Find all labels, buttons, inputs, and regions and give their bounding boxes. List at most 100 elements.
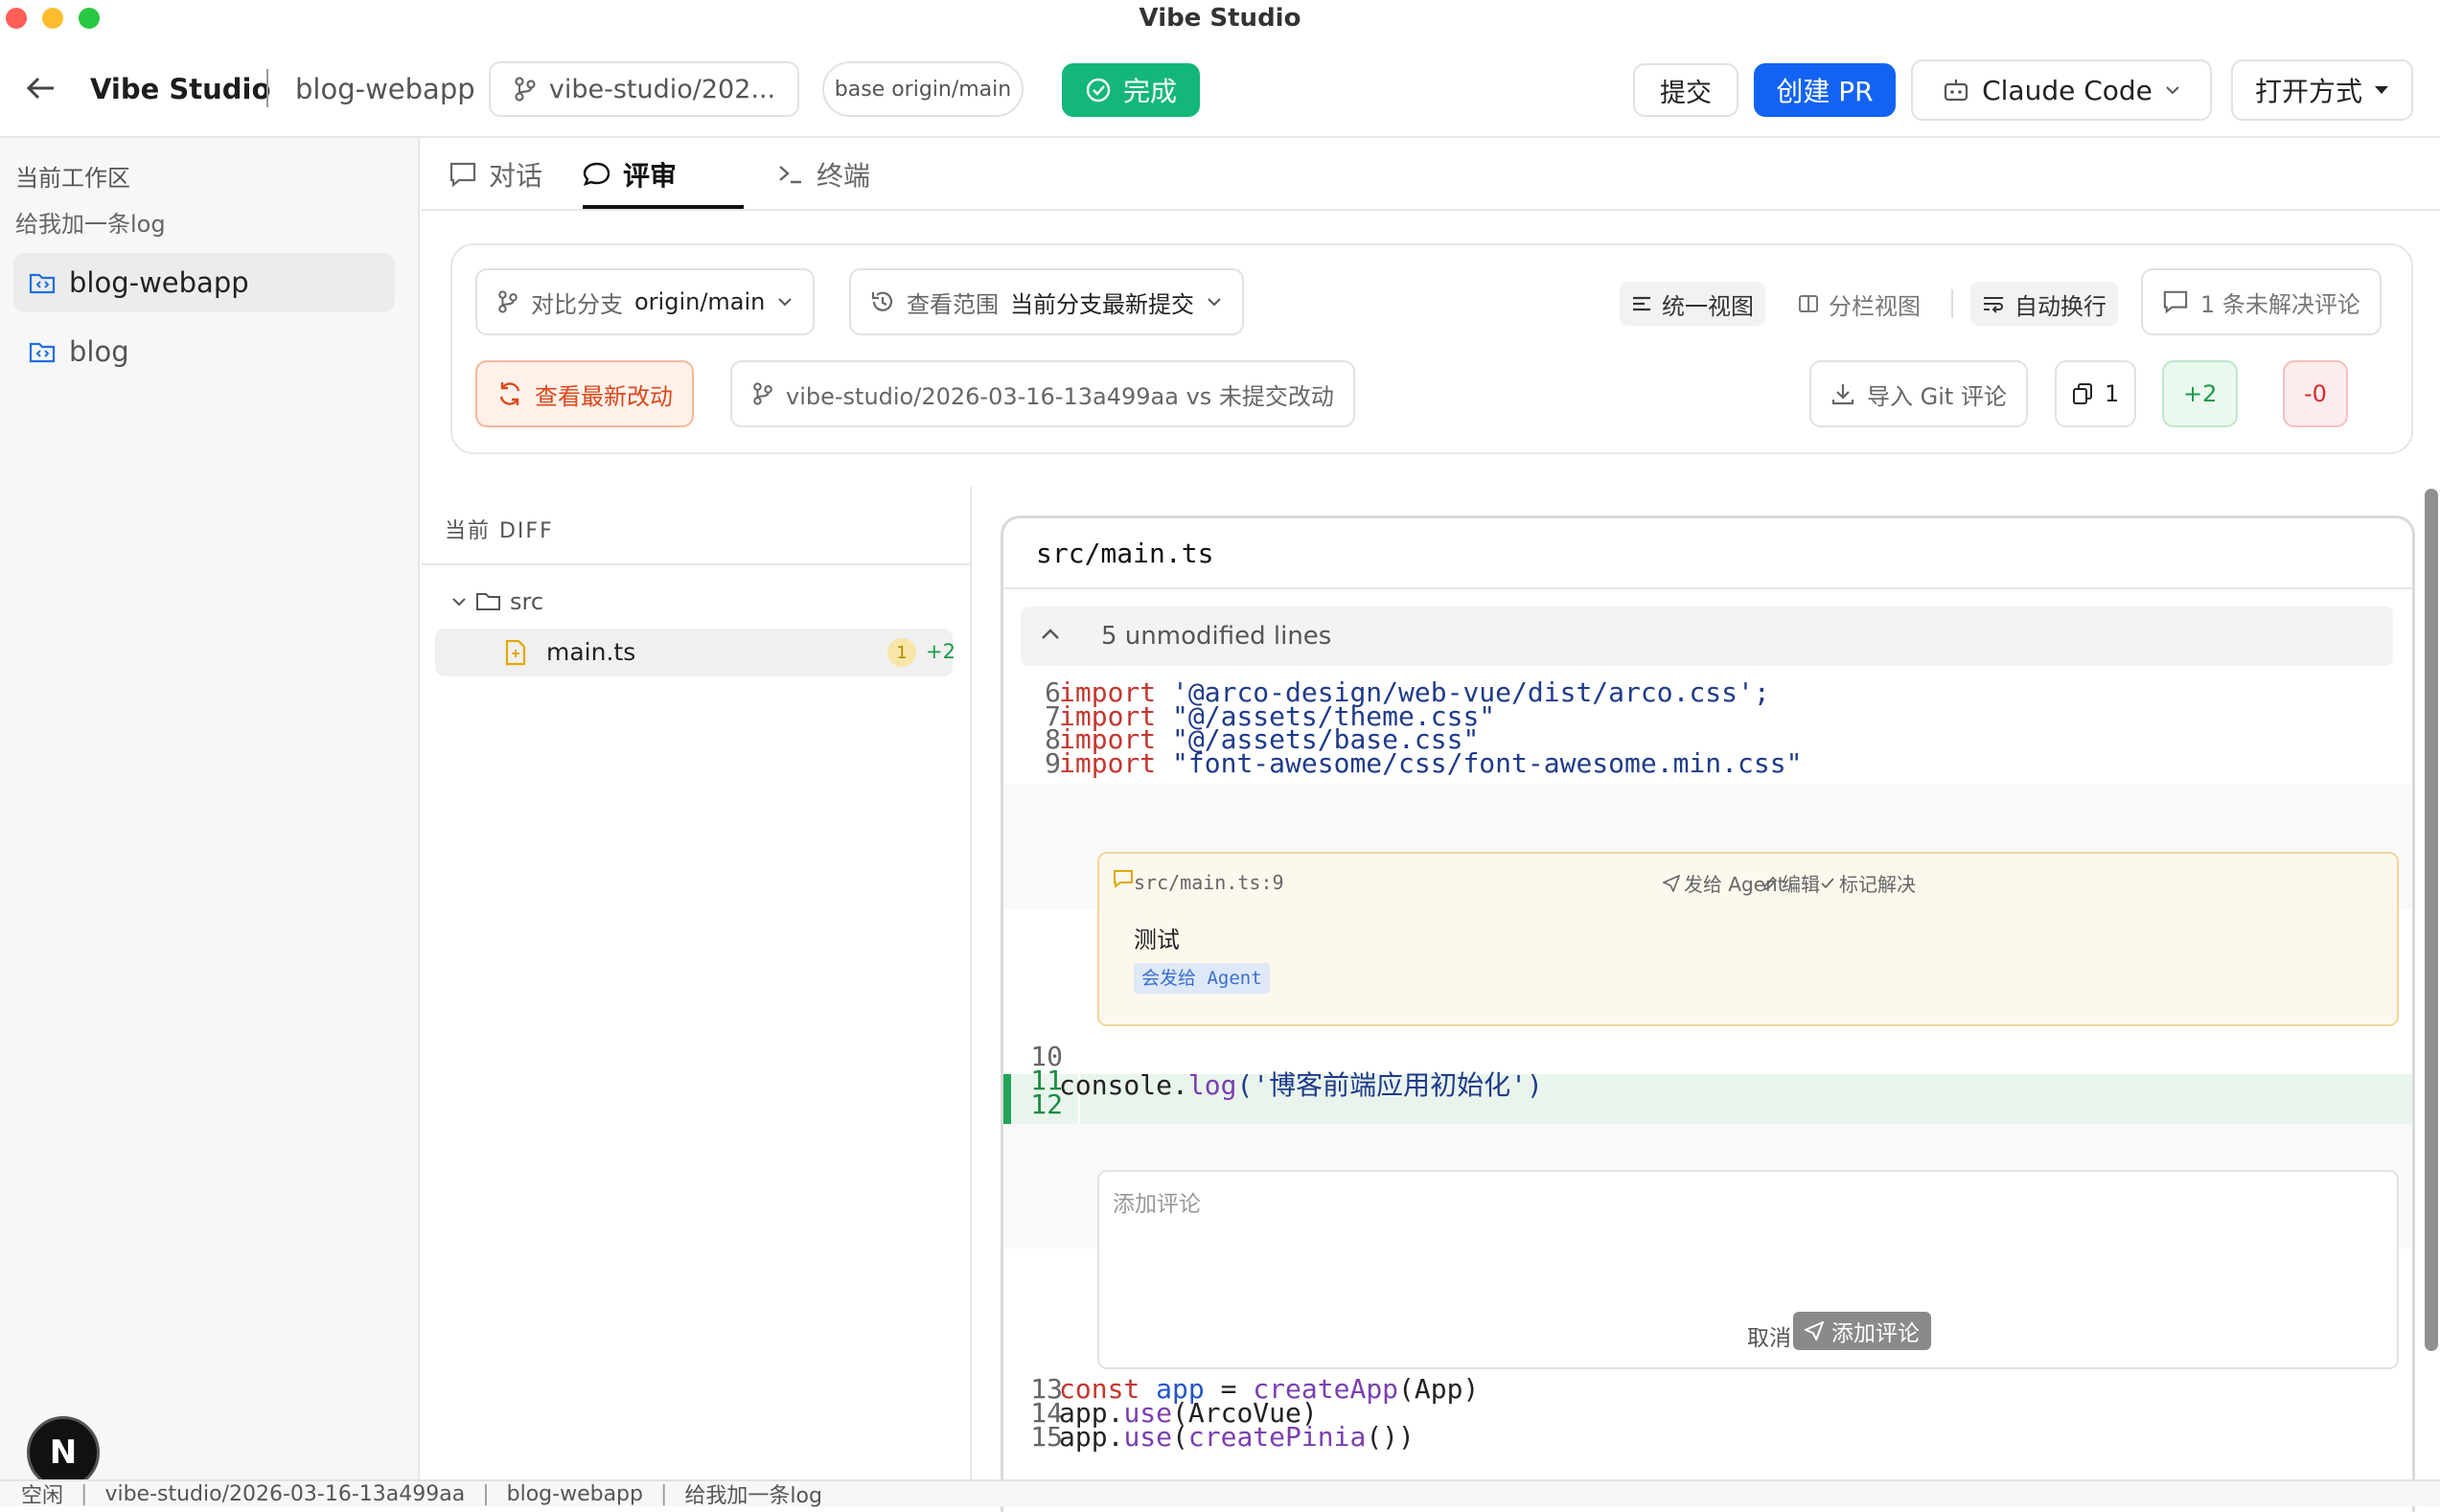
sidebar: 当前工作区 给我加一条log blog-webapp blog N bbox=[0, 138, 420, 1489]
branch-selector[interactable]: vibe-studio/202... bbox=[489, 61, 799, 117]
branch-name: vibe-studio/202... bbox=[548, 74, 776, 104]
diff-file-header: src/main.ts bbox=[1003, 518, 2412, 589]
split-view-button[interactable]: 分栏视图 bbox=[1786, 282, 1932, 326]
chevron-down-icon bbox=[450, 596, 468, 607]
compare-value: origin/main bbox=[634, 288, 766, 315]
workspace-task: 给我加一条log bbox=[15, 211, 166, 238]
comment-icon bbox=[2162, 289, 2189, 314]
split-view-label: 分栏视图 bbox=[1829, 292, 1921, 320]
sidebar-item-blog-webapp[interactable]: blog-webapp bbox=[13, 253, 395, 312]
folder-open-icon bbox=[475, 590, 502, 613]
import-git-comments-button[interactable]: 导入 Git 评论 bbox=[1809, 360, 2028, 427]
chat-bubble-icon bbox=[449, 161, 477, 188]
refresh-label: 查看最新改动 bbox=[535, 382, 673, 410]
compare-branch-select[interactable]: 对比分支 origin/main bbox=[475, 268, 816, 335]
title-bar: Vibe Studio bbox=[0, 0, 2440, 38]
deletions-badge[interactable]: -0 bbox=[2283, 360, 2348, 427]
repo-folder-icon bbox=[29, 339, 56, 364]
files-icon bbox=[2072, 382, 2093, 405]
code-function: log bbox=[1187, 1069, 1237, 1101]
file-comment-count: 1 bbox=[887, 638, 916, 667]
create-pr-button[interactable]: 创建 PR bbox=[1754, 63, 1896, 117]
done-button[interactable]: 完成 bbox=[1062, 63, 1200, 117]
folder-src[interactable]: src bbox=[450, 588, 543, 615]
tab-terminal[interactable]: 终端 bbox=[776, 138, 870, 211]
workspace-section-title: 当前工作区 bbox=[15, 165, 130, 192]
refresh-icon bbox=[496, 380, 523, 407]
chevron-down-icon bbox=[776, 296, 794, 308]
resolve-comment-button[interactable]: 标记解决 bbox=[1820, 869, 1916, 897]
tab-label: 评审 bbox=[623, 160, 678, 192]
commit-button[interactable]: 提交 bbox=[1633, 63, 1738, 117]
edit-label: 编辑 bbox=[1782, 873, 1820, 896]
open-with-button[interactable]: 打开方式 bbox=[2231, 59, 2413, 121]
compare-prefix: 对比分支 bbox=[531, 290, 623, 318]
top-bar: Vibe Studio blog-webapp vibe-studio/202.… bbox=[0, 38, 2440, 138]
wrap-text-icon bbox=[1982, 294, 2005, 313]
file-tree-title: 当前 DIFF bbox=[445, 519, 554, 543]
import-git-label: 导入 Git 评论 bbox=[1867, 382, 2007, 410]
file-item-main-ts[interactable]: main.ts 1 +2 bbox=[435, 629, 955, 676]
tab-chat[interactable]: 对话 bbox=[449, 138, 542, 211]
git-branch-icon bbox=[496, 289, 519, 314]
unresolved-comments-button[interactable]: 1 条未解决评论 bbox=[2141, 268, 2382, 335]
scope-prefix: 查看范围 bbox=[907, 290, 999, 318]
diff-file-tree: 当前 DIFF src main.ts 1 +2 bbox=[422, 487, 972, 1479]
line-number: 9 bbox=[1045, 747, 1061, 779]
align-left-icon bbox=[1631, 294, 1652, 313]
scope-select[interactable]: 查看范围 当前分支最新提交 bbox=[849, 268, 1244, 335]
cancel-comment-button[interactable]: 取消 bbox=[1747, 1319, 1791, 1352]
history-icon bbox=[870, 289, 895, 314]
edit-comment-button[interactable]: 编辑 bbox=[1762, 869, 1820, 897]
status-project: blog-webapp bbox=[506, 1481, 643, 1506]
diff-range-label[interactable]: vibe-studio/2026-03-16-13a499aa vs 未提交改动 bbox=[730, 360, 1355, 427]
code-line: app.use(createPinia()) bbox=[1059, 1421, 1415, 1453]
auto-wrap-button[interactable]: 自动换行 bbox=[1970, 282, 2118, 326]
back-arrow-icon[interactable] bbox=[25, 75, 56, 102]
tab-bar: 对话 评审 终端 bbox=[422, 138, 2440, 211]
sidebar-item-blog[interactable]: blog bbox=[13, 322, 395, 381]
unified-view-button[interactable]: 统一视图 bbox=[1620, 282, 1765, 326]
header-divider bbox=[266, 69, 268, 107]
code-string: "font-awesome/css/font-awesome.min.css" bbox=[1156, 747, 1803, 779]
unified-view-label: 统一视图 bbox=[1662, 292, 1754, 320]
sidebar-item-label: blog-webapp bbox=[69, 266, 249, 299]
window-title: Vibe Studio bbox=[1139, 4, 1301, 33]
added-code-line: console.log('博客前端应用初始化') bbox=[1059, 1069, 1543, 1101]
new-comment-textarea[interactable]: 添加评论 bbox=[1113, 1185, 2359, 1300]
refresh-changes-button[interactable]: 查看最新改动 bbox=[475, 360, 694, 427]
additions-badge[interactable]: +2 bbox=[2162, 360, 2239, 427]
base-branch-badge[interactable]: base origin/main bbox=[822, 61, 1024, 117]
diff-file-path: src/main.ts bbox=[1036, 538, 1214, 569]
scope-value: 当前分支最新提交 bbox=[1010, 290, 1194, 318]
code-string: ('博客前端应用初始化') bbox=[1236, 1069, 1543, 1101]
file-additions: +2 bbox=[926, 640, 955, 663]
changed-files-count[interactable]: 1 bbox=[2055, 360, 2137, 427]
open-with-label: 打开方式 bbox=[2254, 76, 2362, 107]
send-icon bbox=[1805, 1321, 1824, 1340]
agent-selector[interactable]: Claude Code bbox=[1911, 59, 2212, 121]
repo-folder-icon bbox=[29, 270, 56, 295]
code-identifier: console bbox=[1059, 1069, 1173, 1101]
git-branch-icon bbox=[513, 76, 538, 103]
collapsed-lines-label: 5 unmodified lines bbox=[1101, 622, 1332, 651]
app-name: Vibe Studio bbox=[90, 73, 271, 105]
robot-icon bbox=[1942, 77, 1970, 103]
submit-comment-button[interactable]: 添加评论 bbox=[1793, 1312, 1931, 1350]
diff-view: src/main.ts 5 unmodified lines 6 import … bbox=[1001, 515, 2415, 1512]
comment-icon bbox=[1113, 869, 1134, 888]
caret-down-icon bbox=[2374, 85, 2389, 95]
check-icon bbox=[1820, 876, 1835, 891]
folder-name: src bbox=[510, 588, 544, 615]
chevron-down-icon bbox=[2164, 84, 2181, 96]
diff-scrollbar[interactable] bbox=[2425, 489, 2438, 1351]
files-count-value: 1 bbox=[2105, 380, 2120, 407]
project-name[interactable]: blog-webapp bbox=[295, 73, 475, 105]
tab-label: 终端 bbox=[817, 160, 871, 192]
tab-review[interactable]: 评审 bbox=[583, 138, 677, 211]
collapsed-lines-bar[interactable]: 5 unmodified lines bbox=[1021, 607, 2393, 666]
chevron-up-icon bbox=[1040, 628, 1061, 641]
status-task: 给我加一条log bbox=[684, 1484, 822, 1508]
range-text: vibe-studio/2026-03-16-13a499aa vs 未提交改动 bbox=[786, 382, 1334, 410]
agent-label: Claude Code bbox=[1982, 74, 2152, 106]
